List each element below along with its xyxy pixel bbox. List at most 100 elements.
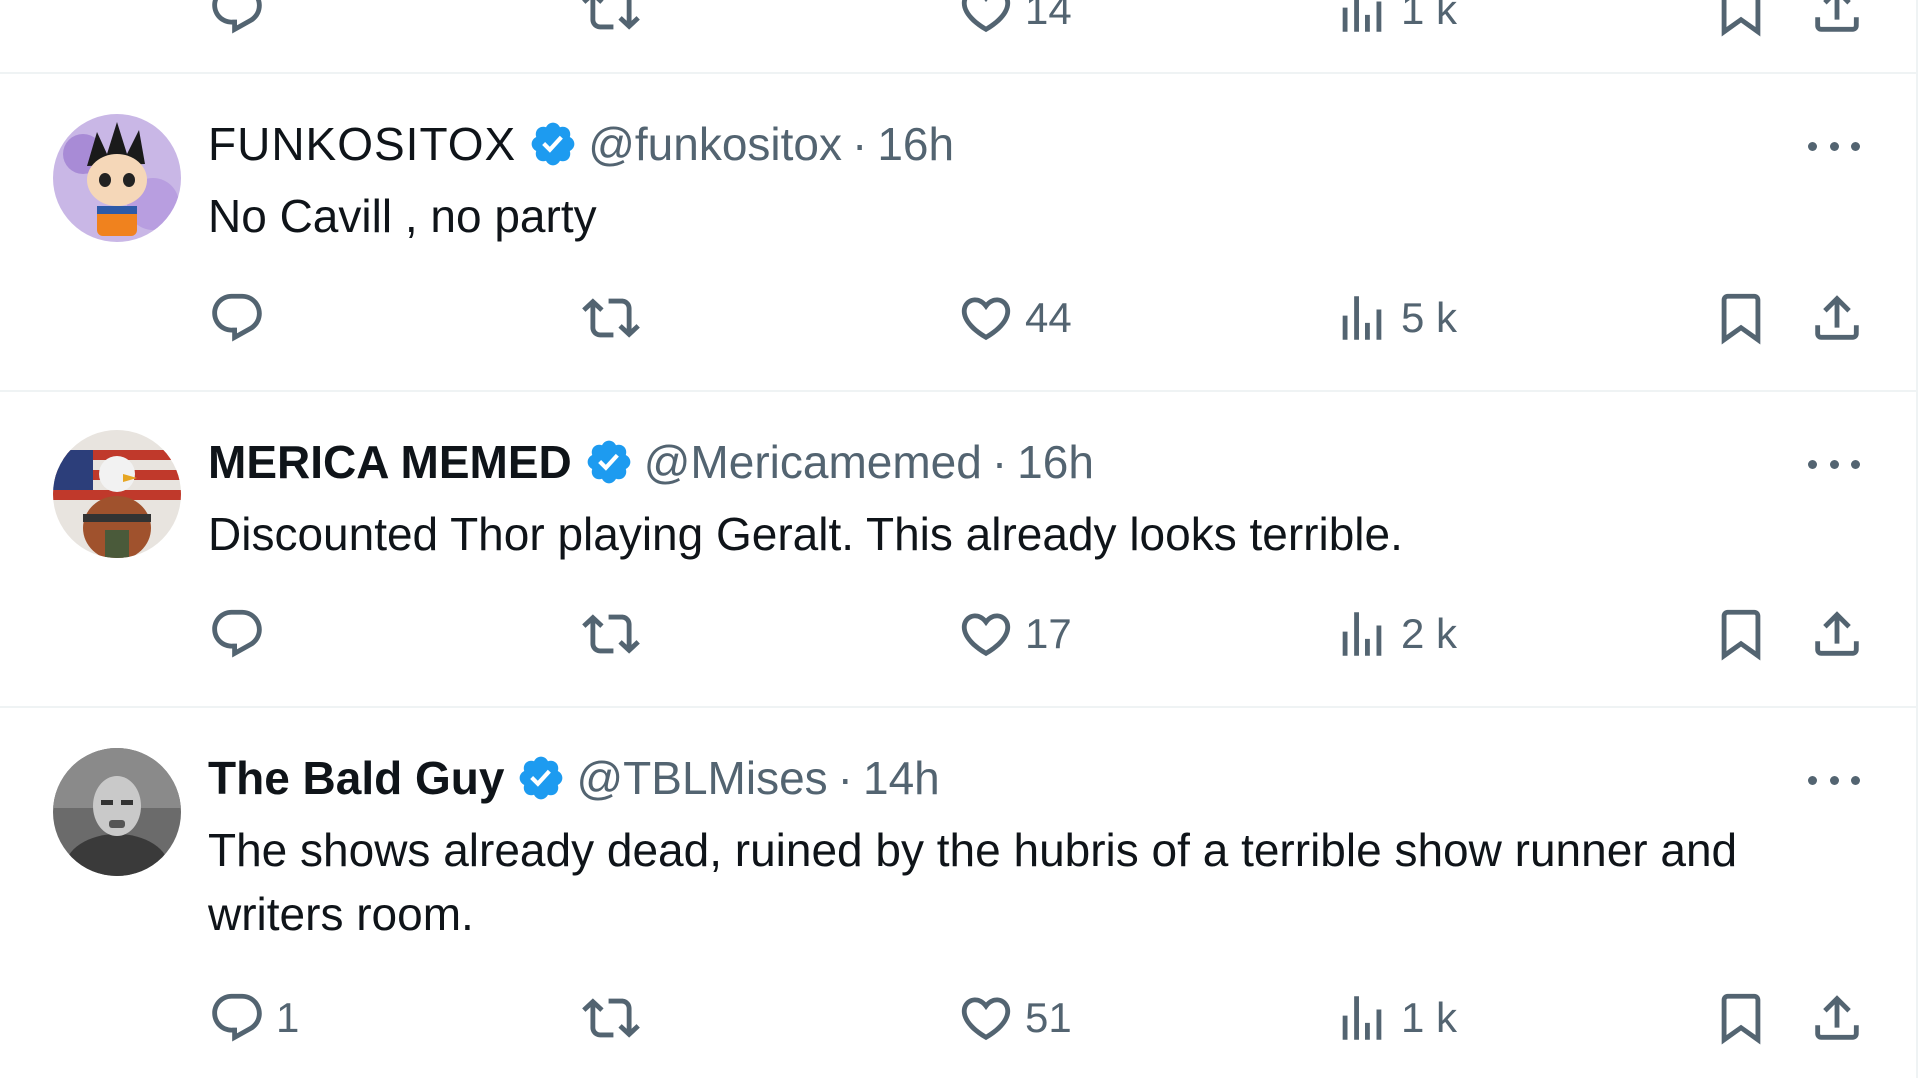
tweet[interactable]: The Bald Guy @TBLMises · 14h The shows a… bbox=[0, 708, 1916, 1078]
heart-icon bbox=[957, 0, 1015, 39]
more-dot bbox=[1829, 459, 1839, 469]
tweet-actions: 44 5 k bbox=[0, 288, 1916, 348]
user-handle[interactable]: @funkositox bbox=[588, 116, 842, 172]
timestamp[interactable]: 14h bbox=[863, 750, 940, 806]
share-button[interactable] bbox=[1808, 988, 1866, 1048]
tweet-text: No Cavill , no party bbox=[208, 190, 597, 242]
like-count: 51 bbox=[1025, 994, 1072, 1041]
more-dot bbox=[1851, 459, 1860, 469]
tweet-actions: 17 2 k bbox=[0, 604, 1916, 664]
reply-button[interactable] bbox=[208, 288, 276, 348]
display-name[interactable]: The Bald Guy bbox=[208, 750, 504, 806]
tweet[interactable]: FUNKOSITOX @funkositox · 16h No Cavill ,… bbox=[0, 74, 1916, 392]
share-button[interactable] bbox=[1808, 0, 1866, 40]
bookmark-icon bbox=[1712, 605, 1770, 663]
retweet-icon bbox=[582, 989, 640, 1047]
tweet-actions: 1 51 1 k bbox=[0, 988, 1916, 1048]
goku-funko-avatar-icon bbox=[53, 114, 181, 242]
bookmark-button[interactable] bbox=[1712, 288, 1770, 348]
verified-badge-icon bbox=[528, 119, 578, 169]
bald-man-photo-avatar-icon bbox=[53, 748, 181, 876]
share-icon bbox=[1808, 605, 1866, 663]
views-icon bbox=[1333, 0, 1391, 39]
more-options-button[interactable] bbox=[1808, 770, 1860, 790]
views-icon bbox=[1333, 289, 1391, 347]
views-button[interactable]: 1 k bbox=[1333, 988, 1457, 1048]
tweet-header: The Bald Guy @TBLMises · 14h bbox=[208, 750, 940, 806]
verified-badge-icon bbox=[584, 437, 634, 487]
tweet-partial[interactable]: 14 1 k bbox=[0, 0, 1916, 74]
eagle-soldier-flag-avatar-icon bbox=[53, 430, 181, 558]
reply-icon bbox=[208, 605, 266, 663]
reply-count: 1 bbox=[276, 994, 300, 1041]
timestamp[interactable]: 16h bbox=[1017, 434, 1094, 490]
user-handle[interactable]: @TBLMises bbox=[576, 750, 827, 806]
more-dot bbox=[1808, 459, 1817, 469]
tweet-text: The shows already dead, ruined by the hu… bbox=[208, 824, 1738, 940]
more-dot bbox=[1829, 141, 1839, 151]
more-options-button[interactable] bbox=[1808, 454, 1860, 474]
bookmark-button[interactable] bbox=[1712, 0, 1770, 40]
reply-icon bbox=[208, 989, 266, 1047]
reply-icon bbox=[208, 289, 266, 347]
views-button[interactable]: 1 k bbox=[1333, 0, 1457, 40]
user-handle[interactable]: @Mericamemed bbox=[644, 434, 982, 490]
views-count: 1 k bbox=[1401, 994, 1458, 1041]
like-button[interactable]: 44 bbox=[957, 288, 1072, 348]
avatar[interactable] bbox=[53, 114, 181, 242]
share-button[interactable] bbox=[1808, 288, 1866, 348]
views-button[interactable]: 2 k bbox=[1333, 604, 1457, 664]
bookmark-button[interactable] bbox=[1712, 988, 1770, 1048]
retweet-icon bbox=[582, 0, 640, 39]
heart-icon bbox=[957, 605, 1015, 663]
more-options-button[interactable] bbox=[1808, 136, 1860, 156]
retweet-button[interactable] bbox=[582, 988, 640, 1048]
like-count: 44 bbox=[1025, 294, 1072, 341]
views-icon bbox=[1333, 605, 1391, 663]
tweet-feed: 14 1 k FUNKOSITOX @funkositox · 16h No C… bbox=[0, 0, 1918, 1078]
separator-dot: · bbox=[837, 752, 853, 804]
retweet-button[interactable] bbox=[582, 0, 640, 40]
more-dot bbox=[1808, 775, 1817, 785]
like-button[interactable]: 14 bbox=[957, 0, 1072, 40]
like-count: 17 bbox=[1025, 610, 1072, 657]
separator-dot: · bbox=[991, 436, 1008, 488]
views-icon bbox=[1333, 989, 1391, 1047]
timestamp[interactable]: 16h bbox=[877, 116, 954, 172]
share-button[interactable] bbox=[1808, 604, 1866, 664]
bookmark-icon bbox=[1712, 989, 1770, 1047]
reply-icon bbox=[208, 0, 266, 39]
heart-icon bbox=[957, 989, 1015, 1047]
avatar[interactable] bbox=[53, 748, 181, 876]
views-count: 2 k bbox=[1401, 610, 1458, 657]
share-icon bbox=[1808, 0, 1866, 39]
bookmark-icon bbox=[1712, 289, 1770, 347]
like-button[interactable]: 51 bbox=[957, 988, 1072, 1048]
reply-button[interactable] bbox=[208, 604, 276, 664]
retweet-button[interactable] bbox=[582, 604, 640, 664]
retweet-icon bbox=[582, 605, 640, 663]
bookmark-icon bbox=[1712, 0, 1770, 39]
views-count: 1 k bbox=[1401, 0, 1458, 33]
views-button[interactable]: 5 k bbox=[1333, 288, 1457, 348]
verified-badge-icon bbox=[516, 753, 566, 803]
like-button[interactable]: 17 bbox=[957, 604, 1072, 664]
tweet-header: FUNKOSITOX @funkositox · 16h bbox=[208, 116, 954, 172]
display-name[interactable]: FUNKOSITOX bbox=[208, 116, 516, 172]
heart-icon bbox=[957, 289, 1015, 347]
retweet-button[interactable] bbox=[582, 288, 640, 348]
tweet-header: MERICA MEMED @Mericamemed · 16h bbox=[208, 434, 1094, 490]
share-icon bbox=[1808, 989, 1866, 1047]
reply-button[interactable]: 1 bbox=[208, 988, 299, 1048]
more-dot bbox=[1829, 775, 1839, 785]
bookmark-button[interactable] bbox=[1712, 604, 1770, 664]
avatar[interactable] bbox=[53, 430, 181, 558]
more-dot bbox=[1808, 141, 1817, 151]
reply-button[interactable] bbox=[208, 0, 266, 40]
tweet-text: Discounted Thor playing Geralt. This alr… bbox=[208, 508, 1403, 560]
tweet[interactable]: MERICA MEMED @Mericamemed · 16h Discount… bbox=[0, 392, 1916, 708]
separator-dot: · bbox=[852, 118, 868, 170]
more-dot bbox=[1851, 141, 1860, 151]
tweet-actions: 14 1 k bbox=[0, 0, 1916, 40]
display-name[interactable]: MERICA MEMED bbox=[208, 434, 572, 490]
